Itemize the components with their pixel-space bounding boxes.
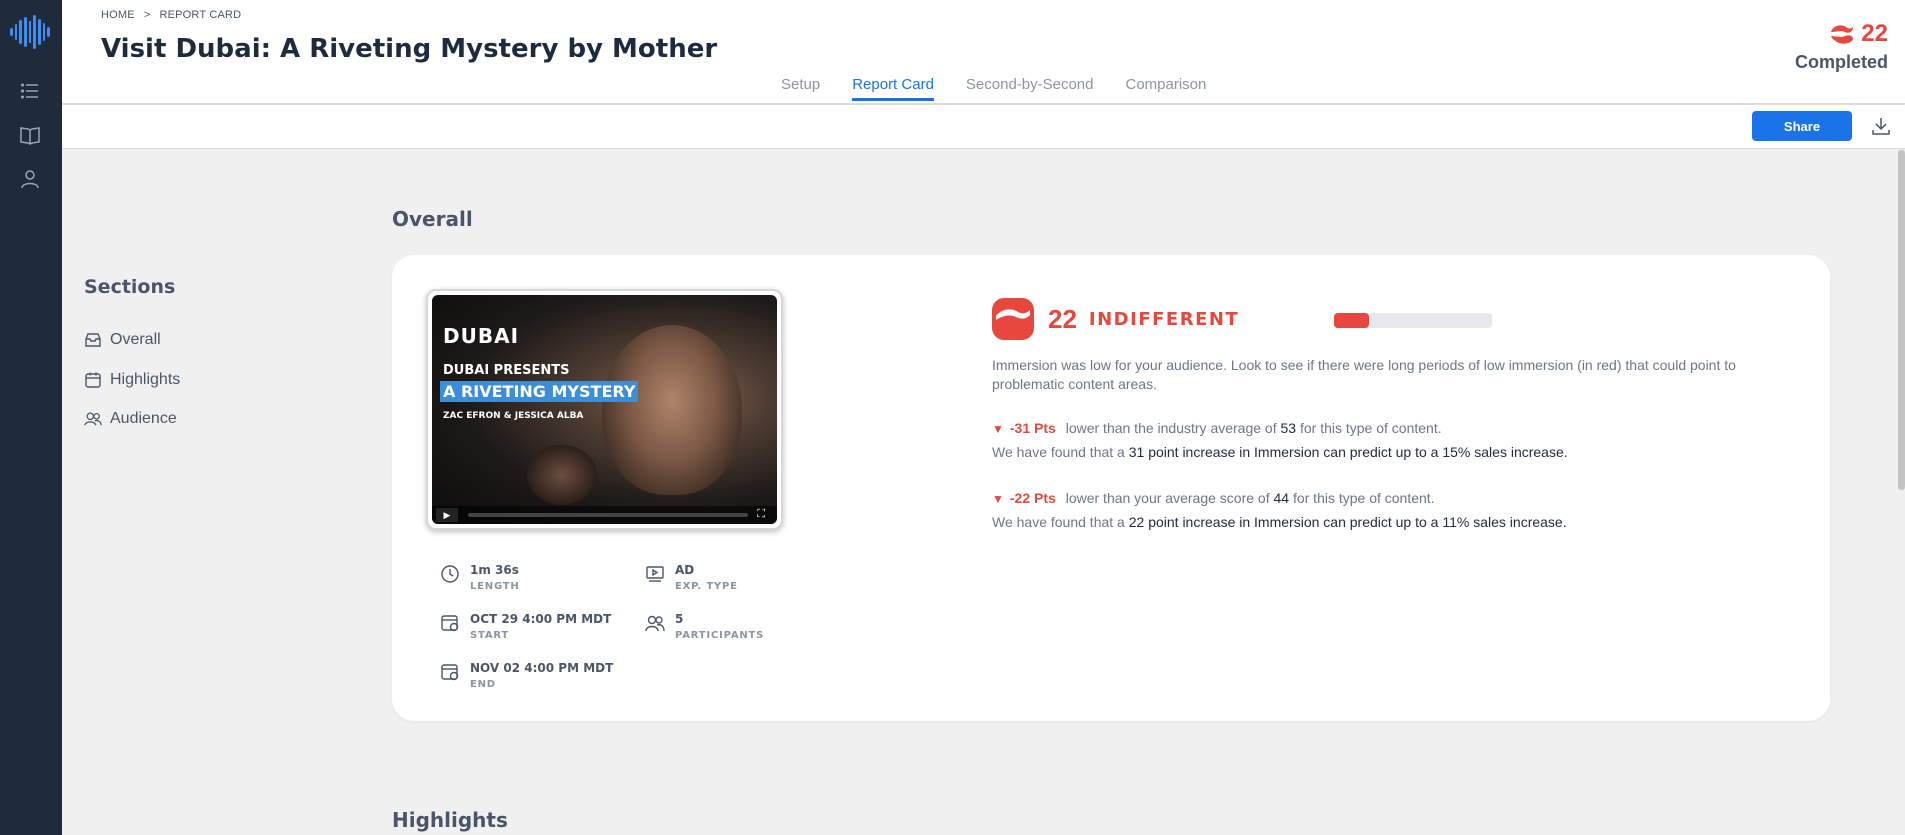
tab-bar: Setup Report Card Second-by-Second Compa… xyxy=(781,76,1206,101)
page-title: Visit Dubai: A Riveting Mystery by Mothe… xyxy=(101,34,718,64)
actress-face xyxy=(527,445,597,505)
own-text-before: lower than your average score of xyxy=(1065,490,1270,506)
down-arrow-icon: ▼ xyxy=(992,422,1004,436)
industry-insight: We have found that a 31 point increase i… xyxy=(992,444,1568,460)
immersion-score: 22 INDIFFERENT xyxy=(992,298,1239,340)
video-player[interactable]: DUBAI DUBAI PRESENTS A RIVETING MYSTERY … xyxy=(426,289,783,530)
own-text-after: for this type of content. xyxy=(1292,490,1435,506)
video-controls: ▶ ⛶ xyxy=(432,506,777,524)
highlights-heading: Highlights xyxy=(392,808,508,832)
tab-report-card[interactable]: Report Card xyxy=(852,76,934,101)
meta-participants: 5 PARTICIPANTS xyxy=(645,612,764,641)
industry-text-after: for this type of content. xyxy=(1299,420,1442,436)
user-icon[interactable] xyxy=(19,168,41,190)
scrollbar[interactable] xyxy=(1898,150,1905,490)
industry-insight-before: We have found that a xyxy=(992,444,1125,460)
meta-length: 1m 36s LENGTH xyxy=(440,563,520,592)
section-label-audience: Audience xyxy=(110,410,177,427)
industry-pts: -31 Pts xyxy=(1009,420,1056,436)
end-value: NOV 02 4:00 PM MDT xyxy=(470,661,614,675)
tab-second-by-second[interactable]: Second-by-Second xyxy=(966,76,1094,101)
list-icon[interactable] xyxy=(19,80,41,102)
overall-heading: Overall xyxy=(392,207,473,231)
immersion-rating: INDIFFERENT xyxy=(1088,308,1240,330)
section-link-audience[interactable]: Audience xyxy=(84,410,177,428)
tab-setup[interactable]: Setup xyxy=(781,76,820,101)
share-button[interactable]: Share xyxy=(1752,111,1852,141)
industry-text-before: lower than the industry average of xyxy=(1065,420,1277,436)
section-link-highlights[interactable]: Highlights xyxy=(84,371,180,389)
length-label: LENGTH xyxy=(470,581,520,592)
participants-label: PARTICIPANTS xyxy=(675,630,765,641)
download-icon[interactable] xyxy=(1870,115,1892,137)
start-label: START xyxy=(470,630,510,641)
section-label-overall: Overall xyxy=(110,331,161,348)
inbox-icon xyxy=(85,333,101,347)
calendar-icon xyxy=(85,372,101,388)
start-value: OCT 29 4:00 PM MDT xyxy=(470,612,612,626)
length-value: 1m 36s xyxy=(470,563,519,577)
immersion-description: Immersion was low for your audience. Loo… xyxy=(992,357,1736,392)
participants-icon xyxy=(645,615,665,632)
users-icon xyxy=(84,412,102,426)
industry-average-value: 53 xyxy=(1280,420,1297,436)
section-label-highlights: Highlights xyxy=(110,371,181,388)
end-label: END xyxy=(470,679,496,690)
immersion-logo-icon xyxy=(1831,25,1854,44)
industry-insight-after: point increase in Immersion can predict … xyxy=(1148,444,1568,460)
own-insight-before: We have found that a xyxy=(992,514,1125,530)
play-button[interactable]: ▶ xyxy=(436,508,458,522)
immersion-logo-icon xyxy=(992,298,1034,340)
overall-card: DUBAI DUBAI PRESENTS A RIVETING MYSTERY … xyxy=(392,255,1830,721)
breadcrumb: HOME > REPORT CARD xyxy=(101,9,241,21)
toolbar: Share xyxy=(62,105,1905,149)
video-thumbnail[interactable]: DUBAI DUBAI PRESENTS A RIVETING MYSTERY … xyxy=(432,295,777,524)
own-insight-after: point increase in Immersion can predict … xyxy=(1148,514,1567,530)
top-score-value: 22 xyxy=(1861,20,1888,47)
tab-comparison[interactable]: Comparison xyxy=(1126,76,1207,101)
comparison-industry: ▼ -31 Pts lower than the industry average… xyxy=(992,420,1442,436)
breadcrumb-home[interactable]: HOME xyxy=(101,9,135,21)
left-rail xyxy=(0,0,62,835)
meta-exp-type: AD EXP. TYPE xyxy=(645,563,738,592)
score-summary: 22 Completed xyxy=(1795,20,1888,73)
video-brand-text: DUBAI xyxy=(443,324,520,348)
sections-title: Sections xyxy=(84,276,176,298)
calendar-start-icon xyxy=(441,615,459,632)
down-arrow-icon: ▼ xyxy=(992,492,1004,506)
breadcrumb-separator: > xyxy=(143,9,151,21)
video-cast-text: ZAC EFRON & JESSICA ALBA xyxy=(443,411,584,421)
own-insight: We have found that a 22 point increase i… xyxy=(992,514,1567,530)
industry-insight-value: 31 xyxy=(1128,444,1145,460)
video-progress-bar[interactable] xyxy=(468,513,748,517)
clock-icon xyxy=(441,565,459,583)
book-icon[interactable] xyxy=(19,124,41,146)
meta-start: OCT 29 4:00 PM MDT START xyxy=(440,612,611,641)
breadcrumb-current: REPORT CARD xyxy=(159,9,242,21)
immersion-bar-fill xyxy=(1334,313,1369,328)
own-average-value: 44 xyxy=(1273,490,1290,506)
fullscreen-button[interactable]: ⛶ xyxy=(757,508,765,521)
actor-face xyxy=(602,325,742,495)
section-link-overall[interactable]: Overall xyxy=(84,331,161,349)
video-presents-text: DUBAI PRESENTS xyxy=(443,363,570,378)
video-screen-icon xyxy=(646,566,664,582)
immersion-score-value: 22 xyxy=(1048,303,1077,334)
participants-value: 5 xyxy=(675,612,684,626)
own-insight-value: 22 xyxy=(1128,514,1145,530)
status-text: Completed xyxy=(1794,52,1888,72)
exp-type-label: EXP. TYPE xyxy=(675,581,738,592)
immersion-bar xyxy=(1334,313,1492,328)
page-header: HOME > REPORT CARD Visit Dubai: A Riveting… xyxy=(62,0,1905,104)
exp-type-value: AD xyxy=(675,563,695,577)
meta-end: NOV 02 4:00 PM MDT END xyxy=(440,661,613,690)
comparison-own-average: ▼ -22 Pts lower than your average score o… xyxy=(992,490,1435,506)
calendar-end-icon xyxy=(441,664,459,681)
own-pts: -22 Pts xyxy=(1009,490,1056,506)
video-headline-text: A RIVETING MYSTERY xyxy=(440,381,639,402)
logo-waveform-icon[interactable] xyxy=(10,14,51,50)
